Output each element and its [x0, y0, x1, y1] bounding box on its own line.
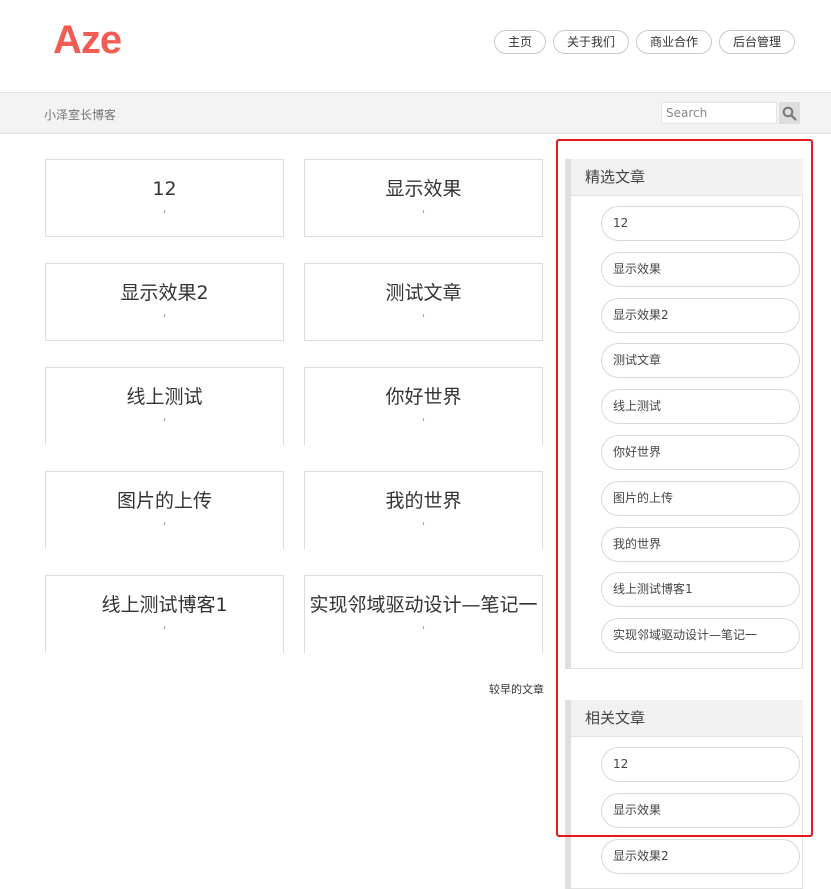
sidebar-post-link[interactable]: 显示效果2 — [601, 297, 800, 333]
nav-home[interactable]: 主页 — [493, 30, 546, 54]
post-meta: , — [162, 618, 167, 631]
post-card[interactable]: 线上测试 , — [45, 367, 284, 445]
nav-about[interactable]: 关于我们 — [552, 30, 629, 54]
post-title[interactable]: 你好世界 — [305, 385, 542, 409]
sidebar-post-link[interactable]: 测试文章 — [601, 343, 800, 379]
post-meta: , — [421, 618, 426, 631]
main-nav: 主页 关于我们 商业合作 后台管理 — [493, 30, 795, 54]
post-card[interactable]: 实现邻域驱动设计—笔记一 , — [304, 575, 543, 653]
post-meta: , — [162, 202, 167, 215]
widget-title: 相关文章 — [571, 700, 803, 737]
post-card[interactable]: 显示效果 , — [304, 159, 543, 237]
sidebar-post-link[interactable]: 显示效果 — [601, 251, 800, 287]
post-title[interactable]: 线上测试博客1 — [46, 593, 283, 617]
post-meta: , — [162, 306, 167, 319]
post-card[interactable]: 你好世界 , — [304, 367, 543, 445]
post-title[interactable]: 图片的上传 — [46, 489, 283, 513]
site-title[interactable]: 小泽室长博客 — [44, 106, 116, 123]
sidebar-post-link[interactable]: 我的世界 — [601, 526, 800, 562]
widget-title: 精选文章 — [571, 159, 803, 196]
sidebar-post-link[interactable]: 12 — [601, 206, 800, 241]
search-input[interactable] — [661, 102, 777, 124]
nav-admin[interactable]: 后台管理 — [718, 30, 795, 54]
older-posts-link[interactable]: 较早的文章 — [489, 681, 544, 697]
post-card[interactable]: 线上测试博客1 , — [45, 575, 284, 653]
sidebar-post-link[interactable]: 你好世界 — [601, 434, 800, 470]
post-card[interactable]: 显示效果2 , — [45, 263, 284, 341]
post-card[interactable]: 12 , — [45, 159, 284, 237]
sidebar-post-link[interactable]: 显示效果2 — [601, 838, 800, 874]
post-meta: , — [421, 410, 426, 423]
sidebar-post-link[interactable]: 实现邻域驱动设计—笔记一 — [601, 618, 800, 654]
widget-list: 12 显示效果 显示效果2 — [571, 737, 803, 889]
post-meta: , — [162, 410, 167, 423]
sidebar-post-link[interactable]: 显示效果 — [601, 792, 800, 828]
post-meta: , — [421, 202, 426, 215]
post-title[interactable]: 实现邻域驱动设计—笔记一 — [305, 593, 542, 617]
sub-header-bar: 小泽室长博客 — [0, 92, 831, 134]
post-card[interactable]: 测试文章 , — [304, 263, 543, 341]
post-title[interactable]: 线上测试 — [46, 385, 283, 409]
search-icon — [782, 106, 797, 121]
site-logo[interactable]: Aze — [53, 18, 122, 62]
sidebar-post-link[interactable]: 12 — [601, 747, 800, 782]
post-meta: , — [162, 514, 167, 527]
sidebar-post-link[interactable]: 图片的上传 — [601, 480, 800, 516]
post-card[interactable]: 图片的上传 , — [45, 471, 284, 549]
post-card[interactable]: 我的世界 , — [304, 471, 543, 549]
related-posts-widget: 相关文章 12 显示效果 显示效果2 — [565, 700, 803, 889]
sidebar-post-link[interactable]: 线上测试博客1 — [601, 572, 800, 608]
widget-list: 12 显示效果 显示效果2 测试文章 线上测试 你好世界 图片的上传 我的世界 … — [571, 196, 803, 669]
post-title[interactable]: 显示效果 — [305, 177, 542, 201]
post-title[interactable]: 12 — [46, 177, 283, 201]
sidebar-post-link[interactable]: 线上测试 — [601, 389, 800, 425]
post-title[interactable]: 我的世界 — [305, 489, 542, 513]
featured-posts-widget: 精选文章 12 显示效果 显示效果2 测试文章 线上测试 你好世界 图片的上传 … — [565, 159, 803, 669]
search-button[interactable] — [779, 102, 800, 124]
post-title[interactable]: 测试文章 — [305, 281, 542, 305]
post-meta: , — [421, 306, 426, 319]
post-title[interactable]: 显示效果2 — [46, 281, 283, 305]
post-meta: , — [421, 514, 426, 527]
nav-business[interactable]: 商业合作 — [635, 30, 712, 54]
